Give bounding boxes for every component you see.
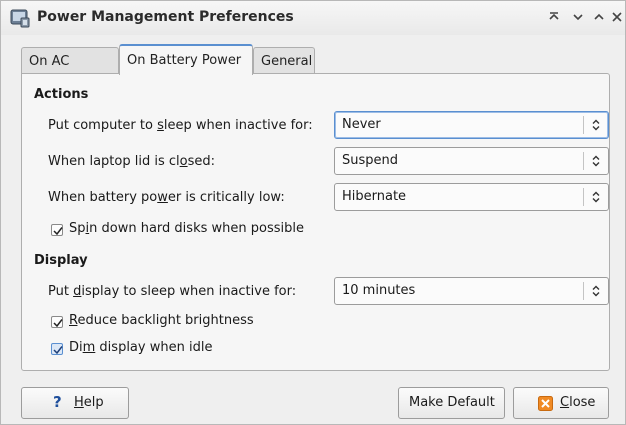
reduce-backlight-checkbox[interactable] (51, 316, 63, 328)
updown-arrow-icon (592, 119, 600, 131)
close-label: Close (560, 395, 596, 410)
tab-label: On Battery Power (127, 53, 242, 68)
close-window-icon[interactable] (610, 10, 624, 24)
spin-down-checkbox[interactable] (51, 224, 63, 236)
window-title: Power Management Preferences (37, 9, 294, 25)
keep-above-icon[interactable] (547, 10, 561, 24)
tab-on-battery-power[interactable]: On Battery Power (119, 44, 253, 75)
battery-critical-select[interactable]: Hibernate (334, 183, 609, 211)
tab-label: General (261, 54, 313, 69)
spin-down-label[interactable]: Spin down hard disks when possible (69, 221, 304, 236)
updown-arrow-icon (592, 285, 600, 297)
actions-heading: Actions (34, 87, 89, 102)
lid-closed-value: Suspend (342, 153, 399, 168)
close-button[interactable]: Close (513, 387, 609, 419)
tab-on-ac-power[interactable]: On AC Power (21, 47, 119, 96)
combo-separator (583, 188, 584, 206)
tab-general[interactable]: General (253, 47, 315, 75)
computer-sleep-value: Never (342, 117, 381, 132)
help-label: Help (74, 395, 104, 410)
power-preferences-window: Power Management Preferences On AC Power… (0, 0, 626, 425)
display-sleep-select[interactable]: 10 minutes (334, 277, 609, 305)
lid-closed-select[interactable]: Suspend (334, 147, 609, 175)
dim-display-checkbox[interactable] (51, 343, 63, 355)
title-bar[interactable]: Power Management Preferences (1, 1, 625, 35)
computer-sleep-label: Put computer to sleep when inactive for: (48, 118, 313, 133)
power-app-icon (10, 9, 30, 28)
help-icon: ? (53, 393, 62, 411)
display-heading: Display (34, 253, 88, 268)
computer-sleep-select[interactable]: Never (334, 111, 609, 139)
combo-separator (583, 152, 584, 170)
checkmark-icon (53, 319, 63, 328)
maximize-icon[interactable] (592, 10, 606, 24)
minimize-icon[interactable] (571, 10, 585, 24)
dim-display-label[interactable]: Dim display when idle (69, 340, 212, 355)
close-icon (538, 396, 553, 411)
combo-separator (583, 116, 584, 134)
updown-arrow-icon (592, 191, 600, 203)
help-button[interactable]: ? Help (21, 387, 129, 419)
checkmark-icon (53, 346, 63, 355)
make-default-label: Make Default (409, 395, 495, 410)
make-default-button[interactable]: Make Default (398, 387, 505, 419)
combo-separator (583, 282, 584, 300)
updown-arrow-icon (592, 155, 600, 167)
checkmark-icon (53, 227, 63, 236)
display-sleep-label: Put display to sleep when inactive for: (48, 284, 297, 299)
battery-critical-value: Hibernate (342, 189, 407, 204)
reduce-backlight-label[interactable]: Reduce backlight brightness (69, 313, 254, 328)
lid-closed-label: When laptop lid is closed: (48, 154, 215, 169)
display-sleep-value: 10 minutes (342, 283, 416, 298)
battery-critical-label: When battery power is critically low: (48, 190, 285, 205)
